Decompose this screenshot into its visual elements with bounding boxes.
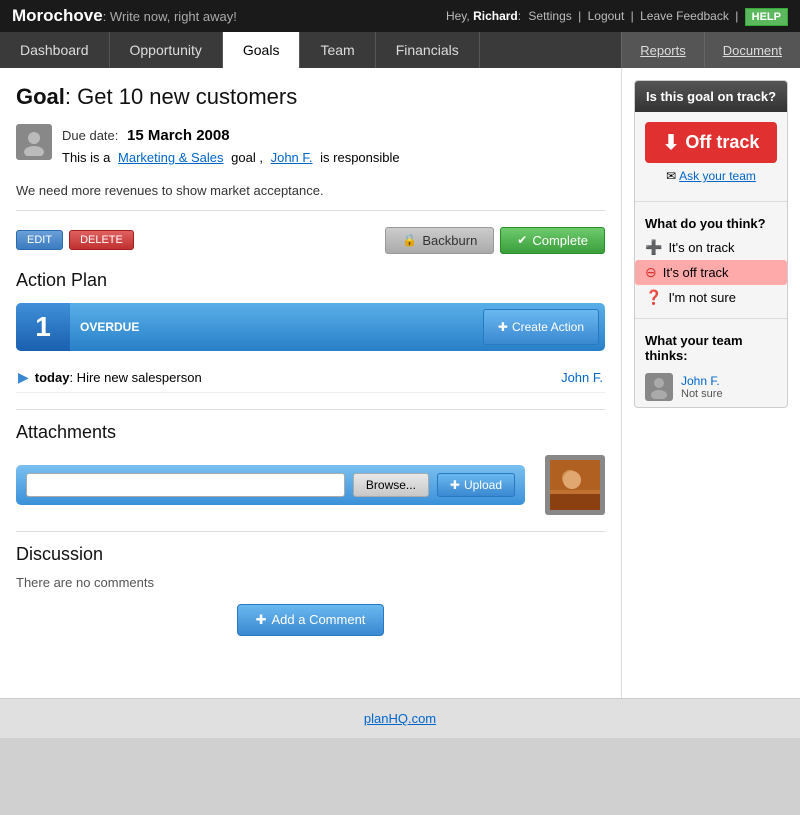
avatar: [16, 124, 52, 160]
action-plan-bar: 1 OVERDUE Create Action: [16, 303, 605, 351]
envelope-icon: ✉: [666, 169, 676, 183]
discussion-section: Discussion There are no comments Add a C…: [16, 531, 605, 636]
team-member-thought: John F. Not sure: [635, 367, 787, 407]
no-comments: There are no comments: [16, 575, 605, 590]
photo-thumbnail: [545, 455, 605, 515]
help-button[interactable]: HELP: [745, 8, 788, 26]
what-team-thinks-label: What your team thinks:: [635, 327, 787, 367]
tab-opportunity[interactable]: Opportunity: [110, 32, 223, 68]
sidebar-box: Is this goal on track? ⬇ Off track ✉ Ask…: [634, 80, 788, 408]
attach-bar: Browse... Upload: [16, 465, 525, 505]
attachments-title: Attachments: [16, 422, 605, 443]
offtrack-badge: ⬇ Off track: [645, 122, 777, 163]
discussion-title: Discussion: [16, 544, 605, 565]
top-links: Hey, Richard: Settings | Logout | Leave …: [446, 9, 788, 23]
goal-type-link[interactable]: Marketing & Sales: [118, 150, 224, 165]
play-icon: ▶: [18, 369, 29, 386]
action-buttons: EDIT DELETE Backburn Complete: [16, 227, 605, 254]
nav-tabs-right: Reports Document: [621, 32, 800, 68]
tab-goals[interactable]: Goals: [223, 32, 301, 68]
member-avatar: [645, 373, 673, 401]
backburn-button[interactable]: Backburn: [385, 227, 494, 254]
upload-button[interactable]: Upload: [437, 473, 515, 497]
sidebar-offtrack: ⬇ Off track ✉ Ask your team: [635, 112, 787, 193]
tab-financials[interactable]: Financials: [376, 32, 480, 68]
add-comment-button[interactable]: Add a Comment: [237, 604, 385, 636]
action-plan-number: 1: [16, 303, 70, 351]
action-plan-overdue: OVERDUE: [70, 303, 477, 351]
tab-reports[interactable]: Reports: [621, 32, 704, 68]
settings-link[interactable]: Settings: [528, 9, 571, 23]
content-area: Goal: Get 10 new customers Due date: 15 …: [0, 68, 622, 698]
comment-btn-row: Add a Comment: [16, 604, 605, 636]
goal-description: We need more revenues to show market acc…: [16, 183, 605, 211]
action-item: ▶ today : Hire new salesperson John F.: [16, 363, 605, 393]
responsible-link[interactable]: John F.: [271, 150, 313, 165]
leave-feedback-link[interactable]: Leave Feedback: [640, 9, 729, 23]
arrow-down-icon: ⬇: [663, 130, 680, 155]
tab-team[interactable]: Team: [300, 32, 375, 68]
ask-team-link[interactable]: Ask your team: [679, 169, 756, 183]
member-name-link[interactable]: John F.: [681, 374, 720, 388]
divider-2: [635, 318, 787, 319]
delete-button[interactable]: DELETE: [69, 230, 134, 250]
browse-button[interactable]: Browse...: [353, 473, 429, 497]
tab-document[interactable]: Document: [704, 32, 800, 68]
off-track-icon: ⊖: [645, 264, 657, 281]
edit-button[interactable]: EDIT: [16, 230, 63, 250]
action-plan-title: Action Plan: [16, 270, 605, 291]
goal-info: Due date: 15 March 2008 This is a Market…: [62, 124, 400, 169]
attach-input[interactable]: [26, 473, 345, 497]
attachments-section: Attachments Browse... Upload: [16, 409, 605, 515]
navigation: Dashboard Opportunity Goals Team Financi…: [0, 32, 800, 68]
action-responsible-link[interactable]: John F.: [561, 370, 603, 385]
logo: Morochove: Write now, right away!: [12, 6, 237, 26]
footer: planHQ.com: [0, 698, 800, 738]
option-on-track[interactable]: ➕ It's on track: [635, 235, 787, 260]
header: Morochove: Write now, right away! Hey, R…: [0, 0, 800, 32]
logout-link[interactable]: Logout: [588, 9, 625, 23]
main-wrapper: Goal: Get 10 new customers Due date: 15 …: [0, 68, 800, 698]
on-track-icon: ➕: [645, 239, 662, 256]
option-not-sure[interactable]: ❓ I'm not sure: [635, 285, 787, 310]
create-action-button[interactable]: Create Action: [483, 309, 599, 345]
sidebar: Is this goal on track? ⬇ Off track ✉ Ask…: [622, 68, 800, 698]
member-info: John F. Not sure: [681, 373, 723, 400]
footer-link[interactable]: planHQ.com: [364, 711, 436, 726]
nav-tabs-left: Dashboard Opportunity Goals Team Financi…: [0, 32, 621, 68]
not-sure-icon: ❓: [645, 289, 662, 306]
option-off-track[interactable]: ⊖ It's off track: [635, 260, 787, 285]
goal-title: Goal: Get 10 new customers: [16, 84, 605, 110]
what-think-label: What do you think?: [635, 210, 787, 235]
tab-dashboard[interactable]: Dashboard: [0, 32, 110, 68]
complete-button[interactable]: Complete: [500, 227, 605, 254]
sidebar-header: Is this goal on track?: [635, 81, 787, 112]
goal-meta: Due date: 15 March 2008 This is a Market…: [16, 124, 605, 169]
divider: [635, 201, 787, 202]
